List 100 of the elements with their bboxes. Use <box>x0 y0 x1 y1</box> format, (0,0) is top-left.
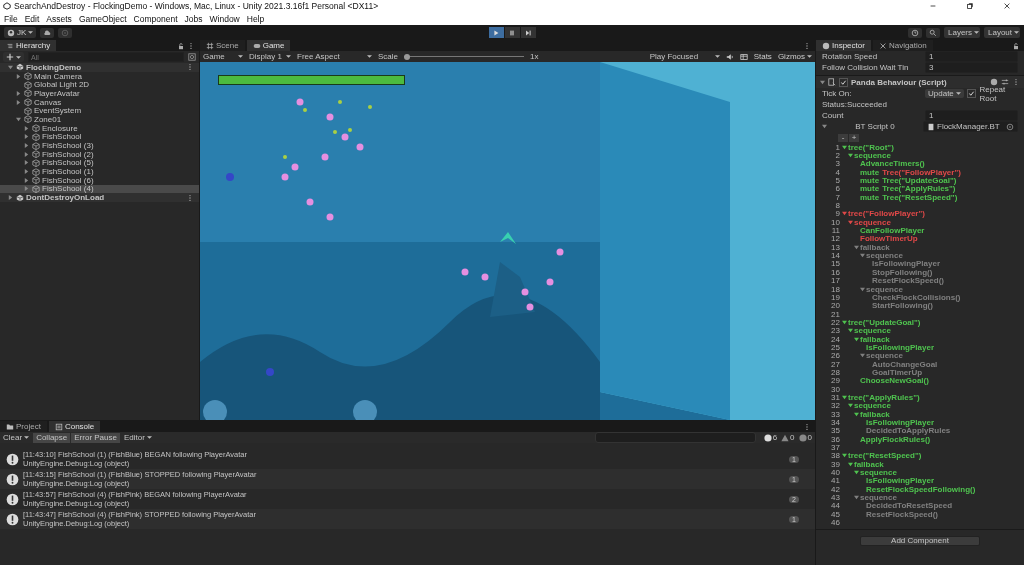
account-dropdown[interactable]: JK <box>4 27 37 38</box>
add-component-button[interactable]: Add Component <box>860 535 980 546</box>
collapsed-arrow-icon[interactable] <box>16 99 21 105</box>
menu-item[interactable]: Jobs <box>184 13 203 24</box>
hierarchy-item[interactable]: PlayerAvatar <box>24 89 80 98</box>
clock-icon <box>911 28 919 37</box>
hierarchy-item[interactable]: Canvas <box>24 97 62 107</box>
menu-item[interactable]: Assets <box>46 13 72 24</box>
code-text: CanFollowPlayer <box>860 226 925 236</box>
count-field[interactable]: 1 <box>925 110 1018 121</box>
search-button[interactable] <box>926 27 940 38</box>
hierarchy-item[interactable]: Global Light 2D <box>24 80 90 90</box>
scene-tab[interactable]: Scene <box>200 40 245 51</box>
hierarchy-item[interactable]: FishSchool (3) <box>32 141 94 150</box>
collapsed-arrow-icon[interactable] <box>16 73 21 79</box>
lock-icon[interactable] <box>177 41 185 50</box>
repeat-root-checkbox[interactable] <box>967 89 977 98</box>
menu-item[interactable]: GameObject <box>78 13 127 24</box>
collapsed-arrow-icon[interactable] <box>16 90 21 96</box>
target-icon[interactable] <box>1006 122 1014 131</box>
line-number: 5 <box>834 176 840 186</box>
error-count-button[interactable]: 0 <box>798 433 812 442</box>
scale-slider[interactable] <box>404 52 524 61</box>
game-tab[interactable]: Game <box>246 40 291 51</box>
menu-item[interactable]: File <box>4 13 18 24</box>
add-dropdown[interactable] <box>3 52 24 62</box>
more-options-icon[interactable] <box>186 63 194 72</box>
warning-count-button[interactable]: 0 <box>781 433 795 442</box>
console-toolbar-button[interactable]: Error Pause <box>71 432 120 443</box>
remove-button[interactable]: - <box>838 133 848 142</box>
layers-dropdown[interactable]: Layers <box>944 27 980 38</box>
layout-dropdown[interactable]: Layout <box>984 27 1020 38</box>
script-object-field[interactable]: FlockManager.BT <box>923 121 1018 132</box>
step-button[interactable] <box>520 27 536 38</box>
expanded-arrow-icon[interactable] <box>8 64 13 70</box>
collapsed-arrow-icon[interactable] <box>24 169 29 175</box>
menu-item[interactable]: Help <box>246 13 265 24</box>
hierarchy-item[interactable]: Zone01 <box>24 115 62 124</box>
expanded-arrow-icon[interactable] <box>822 124 827 129</box>
expanded-arrow-icon[interactable] <box>860 353 865 359</box>
expanded-arrow-icon[interactable] <box>854 495 859 501</box>
navigation-tab[interactable]: Navigation <box>872 40 933 51</box>
hierarchy-item[interactable]: FishSchool (2) <box>32 149 94 159</box>
more-options-icon[interactable] <box>186 193 194 202</box>
menu-item[interactable]: Component <box>133 13 178 24</box>
lock-icon[interactable] <box>1012 41 1020 50</box>
expanded-arrow-icon[interactable] <box>16 116 21 122</box>
sliders-icon[interactable] <box>1001 78 1009 86</box>
view-dropdown[interactable]: Game <box>203 52 243 61</box>
collapsed-arrow-icon[interactable] <box>24 151 29 157</box>
view-dropdown[interactable]: Display 1 <box>249 52 291 61</box>
hierarchy-item[interactable]: Enclosure <box>32 123 78 133</box>
project-tab[interactable]: Project <box>0 421 47 432</box>
code-text: IsFollowingPlayer <box>866 476 934 486</box>
hierarchy-item[interactable]: FishSchool <box>32 132 82 142</box>
play-button[interactable] <box>488 27 504 38</box>
hierarchy-item[interactable]: FishSchool (5) <box>32 158 94 168</box>
menu-item[interactable]: Edit <box>24 13 40 24</box>
add-button[interactable]: + <box>849 133 859 142</box>
filter-icon[interactable] <box>188 53 196 61</box>
view-dropdown[interactable]: Free Aspect <box>297 52 372 61</box>
gizmos-dropdown[interactable]: Gizmos <box>777 52 812 61</box>
number-field[interactable]: 3 <box>925 62 1018 73</box>
collapsed-arrow-icon[interactable] <box>24 177 29 183</box>
speaker-icon[interactable] <box>725 52 734 61</box>
more-options-icon[interactable] <box>803 41 811 50</box>
cloud-button[interactable] <box>40 27 55 38</box>
more-options-icon[interactable] <box>1012 78 1020 86</box>
collapsed-arrow-icon[interactable] <box>8 195 13 201</box>
more-options-icon[interactable] <box>803 422 811 431</box>
pause-button[interactable] <box>504 27 520 38</box>
inspector-tab[interactable]: Inspector <box>816 40 871 51</box>
expanded-arrow-icon[interactable] <box>820 79 825 85</box>
collapsed-arrow-icon[interactable] <box>24 143 29 149</box>
collapsed-arrow-icon[interactable] <box>24 186 29 192</box>
stats-button[interactable]: Stats <box>753 52 772 61</box>
info-count-button[interactable]: 6 <box>763 433 778 442</box>
search-field[interactable] <box>594 432 756 443</box>
grid-icon[interactable] <box>739 52 748 61</box>
console-toolbar-button[interactable]: Editor <box>120 432 155 443</box>
expanded-arrow-icon[interactable] <box>860 286 865 292</box>
hierarchy-tab[interactable]: Hierarchy <box>0 40 57 51</box>
hierarchy-item[interactable]: FishSchool (6) <box>32 175 94 185</box>
help-icon[interactable] <box>990 78 998 86</box>
console-tab[interactable]: Console <box>48 421 101 432</box>
code-text: IsFollowingPlayer <box>866 342 934 352</box>
tick-on-dropdown[interactable]: Update <box>925 89 965 98</box>
menu-item[interactable]: Window <box>209 13 240 24</box>
play-mode-dropdown[interactable]: Play Focused <box>649 52 720 61</box>
hierarchy-item[interactable]: FishSchool (1) <box>32 167 94 176</box>
collapsed-arrow-icon[interactable] <box>24 160 29 166</box>
history-button[interactable] <box>908 27 922 38</box>
console-toolbar-button[interactable]: Collapse <box>33 432 71 443</box>
number-field[interactable]: 1 <box>925 51 1018 62</box>
console-toolbar-button[interactable]: Clear <box>0 432 33 443</box>
hierarchy-item[interactable]: EventSystem <box>24 106 82 116</box>
hierarchy-item[interactable]: Main Camera <box>24 71 82 81</box>
collapsed-arrow-icon[interactable] <box>24 134 29 140</box>
enabled-checkbox[interactable] <box>839 77 848 87</box>
collapsed-arrow-icon[interactable] <box>24 125 29 131</box>
